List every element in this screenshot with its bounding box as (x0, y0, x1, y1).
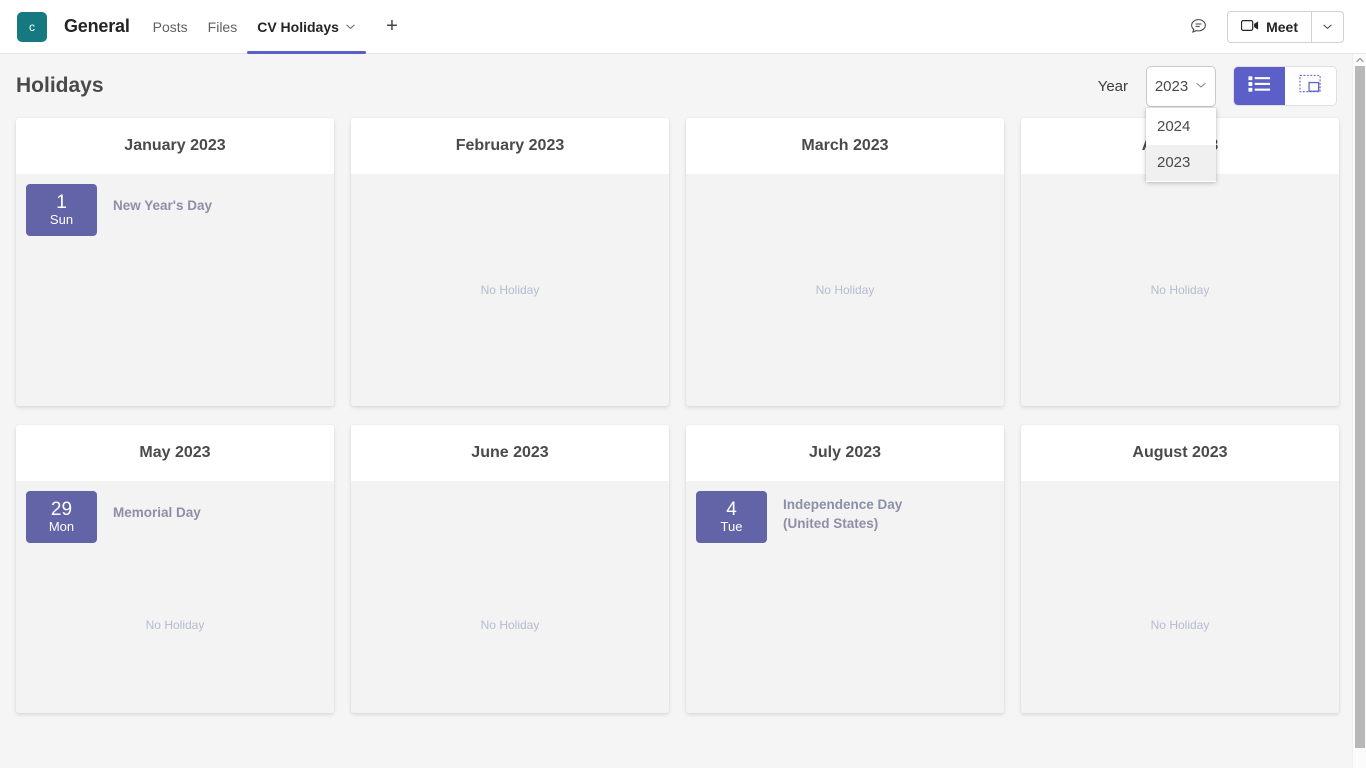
chevron-down-icon (1195, 78, 1207, 95)
no-holiday-text: No Holiday (1150, 283, 1210, 297)
grid-view-icon (1299, 74, 1322, 99)
month-title: July 2023 (686, 425, 1004, 481)
holiday-name: Memorial Day (113, 505, 201, 520)
months-grid: January 2023 1 Sun New Year's Day Februa… (0, 118, 1352, 713)
month-title: March 2023 (686, 118, 1004, 174)
no-holiday-text: No Holiday (145, 617, 205, 632)
tab-cv-holidays[interactable]: CV Holidays (247, 0, 366, 54)
date-day-number: 4 (726, 499, 737, 521)
add-tab-button[interactable]: + (378, 13, 406, 41)
year-option-2023[interactable]: 2023 (1146, 144, 1216, 181)
date-day-number: 1 (56, 192, 67, 214)
month-body: No Holiday (1021, 174, 1339, 406)
page-scrollbar[interactable] (1352, 54, 1366, 768)
list-view-button[interactable] (1234, 67, 1285, 105)
month-title: May 2023 (16, 425, 334, 481)
tab-posts-label: Posts (152, 18, 188, 35)
year-dropdown-menu: 2024 2023 (1146, 107, 1216, 182)
team-avatar: c (17, 11, 47, 42)
holiday-item[interactable]: 4 Tue Independence Day (United States) (696, 491, 994, 543)
month-card[interactable]: August 2023 No Holiday (1021, 425, 1339, 713)
no-holiday-text: No Holiday (1150, 617, 1210, 632)
date-badge: 4 Tue (696, 491, 767, 543)
scrollbar-thumb[interactable] (1355, 66, 1365, 748)
app-top-bar: c General Posts Files CV Holidays + Meet (0, 0, 1366, 54)
holiday-item[interactable]: 29 Mon Memorial Day (26, 491, 324, 543)
no-holiday-text: No Holiday (480, 283, 540, 297)
top-bar-actions: Meet (1183, 10, 1366, 43)
meet-button-group: Meet (1227, 10, 1344, 43)
channel-tabs: Posts Files CV Holidays + (143, 0, 406, 54)
grid-view-button[interactable] (1285, 67, 1336, 105)
month-body: No Holiday (686, 174, 1004, 406)
chat-bubble-icon[interactable] (1183, 12, 1213, 42)
tab-cv-holidays-label: CV Holidays (257, 18, 339, 35)
month-card[interactable]: May 2023 29 Mon Memorial Day No Holiday (16, 425, 334, 713)
month-body: No Holiday (1021, 481, 1339, 713)
month-body: 29 Mon Memorial Day No Holiday (16, 481, 334, 713)
month-title: August 2023 (1021, 425, 1339, 481)
month-card[interactable]: February 2023 No Holiday (351, 118, 669, 406)
holiday-name: Independence Day (United States) (783, 497, 903, 532)
video-camera-icon (1241, 19, 1259, 35)
holiday-name: New Year's Day (113, 198, 213, 213)
date-day-number: 29 (50, 499, 73, 521)
date-badge: 1 Sun (26, 184, 97, 236)
date-weekday: Mon (48, 519, 75, 535)
no-holiday-text: No Holiday (815, 283, 875, 297)
page-title: Holidays (16, 74, 104, 97)
year-label: Year (1097, 77, 1128, 95)
no-holiday-text: No Holiday (480, 617, 540, 632)
page-header: Holidays Year 2023 2024 2023 (0, 54, 1352, 182)
month-card[interactable]: March 2023 No Holiday (686, 118, 1004, 406)
date-badge: 29 Mon (26, 491, 97, 543)
year-selector: 2023 2024 2023 (1146, 65, 1216, 182)
month-card[interactable]: January 2023 1 Sun New Year's Day (16, 118, 334, 406)
header-controls: Year 2023 2024 2023 (1097, 65, 1336, 182)
date-weekday: Tue (720, 519, 743, 535)
meet-options-chevron-down-icon[interactable] (1311, 11, 1343, 42)
tab-files-label: Files (207, 18, 238, 35)
month-body: No Holiday (351, 481, 669, 713)
holiday-item[interactable]: 1 Sun New Year's Day (26, 184, 324, 236)
tab-posts[interactable]: Posts (143, 0, 198, 54)
meet-button[interactable]: Meet (1228, 12, 1311, 42)
meet-label: Meet (1266, 18, 1298, 35)
channel-title: General (64, 16, 130, 36)
year-dropdown-button[interactable]: 2023 (1146, 65, 1216, 107)
list-view-icon (1248, 75, 1271, 98)
chevron-down-icon[interactable] (345, 19, 356, 35)
date-weekday: Sun (49, 212, 74, 228)
year-option-2024[interactable]: 2024 (1146, 109, 1216, 145)
scroll-up-arrow-icon[interactable] (1353, 54, 1366, 66)
month-title: February 2023 (351, 118, 669, 174)
month-body: No Holiday (351, 174, 669, 406)
month-card[interactable]: June 2023 No Holiday (351, 425, 669, 713)
view-mode-toggle (1234, 67, 1336, 105)
holidays-app-content: Holidays Year 2023 2024 2023 January 202… (0, 54, 1352, 768)
year-selected-value: 2023 (1154, 77, 1189, 95)
tab-files[interactable]: Files (198, 0, 248, 54)
month-body: 1 Sun New Year's Day (16, 174, 334, 406)
month-title: January 2023 (16, 118, 334, 174)
month-card[interactable]: July 2023 4 Tue Independence Day (United… (686, 425, 1004, 713)
month-title: June 2023 (351, 425, 669, 481)
month-body: 4 Tue Independence Day (United States) (686, 481, 1004, 713)
